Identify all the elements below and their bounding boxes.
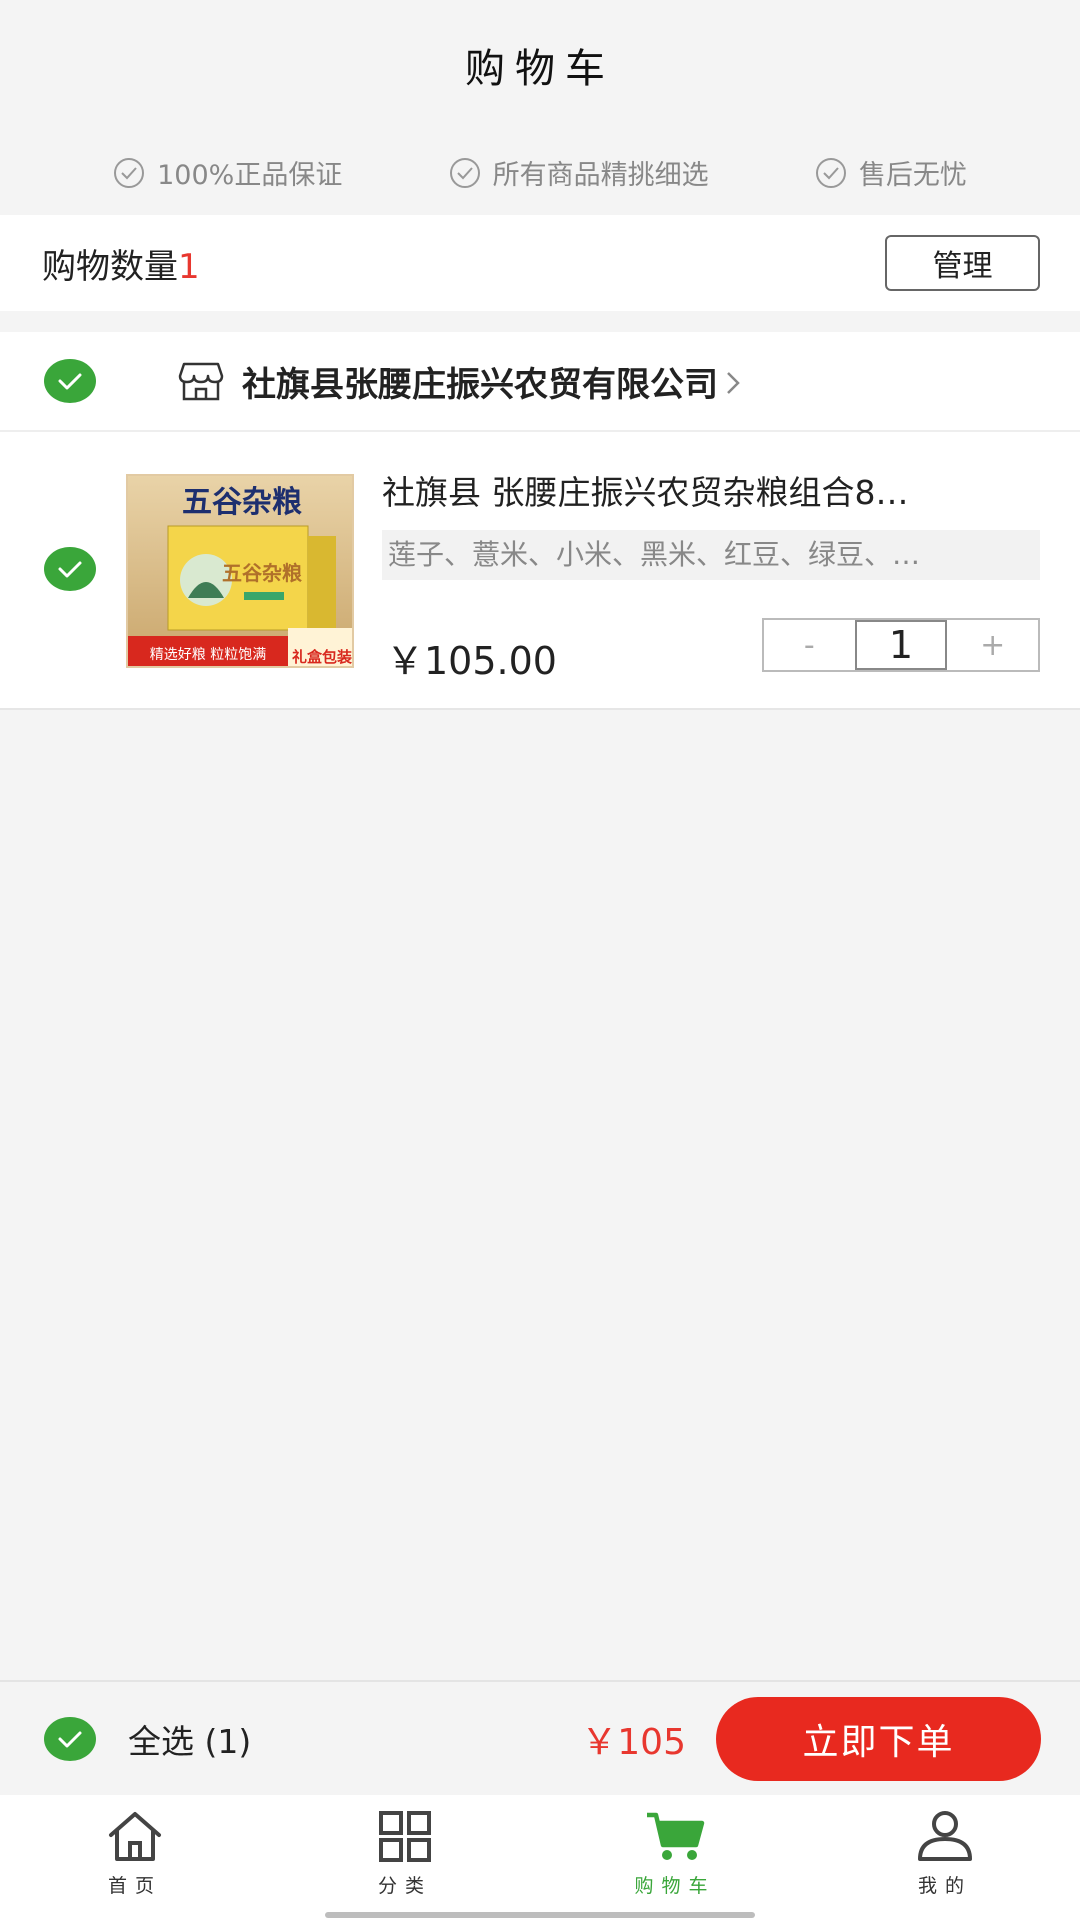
guarantee-label: 100%正品保证	[157, 160, 343, 191]
checkout-bar: 全选 (1) ￥105 立即下单	[0, 1680, 1080, 1795]
guarantee-item: 售后无忧	[815, 153, 967, 192]
user-icon	[918, 1811, 972, 1861]
image-badge: 礼盒包装	[292, 648, 353, 666]
cart-count: 购物数量1	[42, 239, 200, 288]
chevron-right-icon	[727, 372, 740, 394]
select-all-checkbox[interactable]	[44, 1716, 96, 1761]
total-price: ￥105	[581, 1721, 686, 1763]
cart-count-bar: 购物数量1 管理	[0, 215, 1080, 311]
image-banner-text: 五谷杂粮	[182, 485, 302, 520]
tab-label: 我的	[917, 1875, 972, 1897]
guarantee-strip: 100%正品保证 所有商品精挑细选 售后无忧	[0, 130, 1080, 215]
product-image[interactable]: 五谷杂粮 五谷杂粮 精选好粮 粒粒饱满 礼盒包装	[126, 474, 354, 668]
image-box-text: 五谷杂粮	[222, 561, 302, 585]
checkmark-icon	[58, 561, 82, 578]
item-checkbox[interactable]	[44, 547, 96, 591]
home-icon	[109, 1812, 161, 1861]
store-header[interactable]: 社旗县张腰庄振兴农贸有限公司	[0, 332, 1080, 432]
guarantee-label: 售后无忧	[858, 160, 967, 191]
home-indicator	[325, 1912, 755, 1918]
place-order-button[interactable]: 立即下单	[716, 1696, 1041, 1781]
checkmark-icon	[58, 373, 82, 390]
checkmark-icon	[58, 1731, 82, 1747]
product-spec[interactable]: 莲子、薏米、小米、黑米、红豆、绿豆、…	[382, 530, 1040, 580]
tab-category[interactable]: 分类	[270, 1795, 540, 1920]
page-title: 购物车	[465, 46, 615, 92]
cart-item: 五谷杂粮 五谷杂粮 精选好粮 粒粒饱满 礼盒包装 社旗县 张腰庄振兴农贸杂粮组合…	[0, 432, 1080, 710]
image-slogan: 精选好粮 粒粒饱满	[150, 647, 266, 663]
select-all-label[interactable]: 全选 (1)	[128, 1715, 251, 1763]
cart-count-label: 购物数量	[42, 246, 178, 287]
guarantee-item: 100%正品保证	[113, 153, 342, 192]
bottom-tab-bar: 首页 分类 购物车 我的	[0, 1795, 1080, 1920]
check-circle-icon	[815, 157, 846, 188]
store-checkbox[interactable]	[44, 359, 96, 403]
tab-label: 首页	[107, 1875, 162, 1897]
product-price: ￥105.00	[386, 639, 557, 683]
product-image-graphic: 五谷杂粮 五谷杂粮 精选好粮 粒粒饱满 礼盒包装	[128, 476, 353, 666]
guarantee-label: 所有商品精挑细选	[492, 160, 709, 191]
grid-icon	[379, 1811, 431, 1862]
quantity-field[interactable]: 1	[854, 620, 948, 670]
decrease-button[interactable]: -	[764, 620, 855, 670]
cart-icon	[647, 1812, 705, 1860]
cart-count-number: 1	[178, 246, 200, 287]
manage-button[interactable]: 管理	[885, 235, 1040, 291]
increase-button[interactable]: +	[947, 620, 1038, 670]
tab-profile[interactable]: 我的	[810, 1795, 1080, 1920]
store-name[interactable]: 社旗县张腰庄振兴农贸有限公司	[242, 357, 718, 406]
quantity-stepper: - 1 +	[762, 618, 1040, 672]
product-title[interactable]: 社旗县 张腰庄振兴农贸杂粮组合8…	[382, 466, 1002, 514]
tab-cart[interactable]: 购物车	[540, 1795, 810, 1920]
tab-home[interactable]: 首页	[0, 1795, 270, 1920]
tab-label: 购物车	[634, 1875, 716, 1897]
check-circle-icon	[114, 157, 145, 188]
store-icon	[178, 362, 224, 401]
tab-label: 分类	[377, 1875, 432, 1897]
check-circle-icon	[449, 157, 480, 188]
cart-page: 购物车 100%正品保证 所有商品精挑细选 售后无忧 购物数量1 管理 社旗县张…	[0, 0, 1080, 1920]
guarantee-item: 所有商品精挑细选	[449, 153, 709, 192]
